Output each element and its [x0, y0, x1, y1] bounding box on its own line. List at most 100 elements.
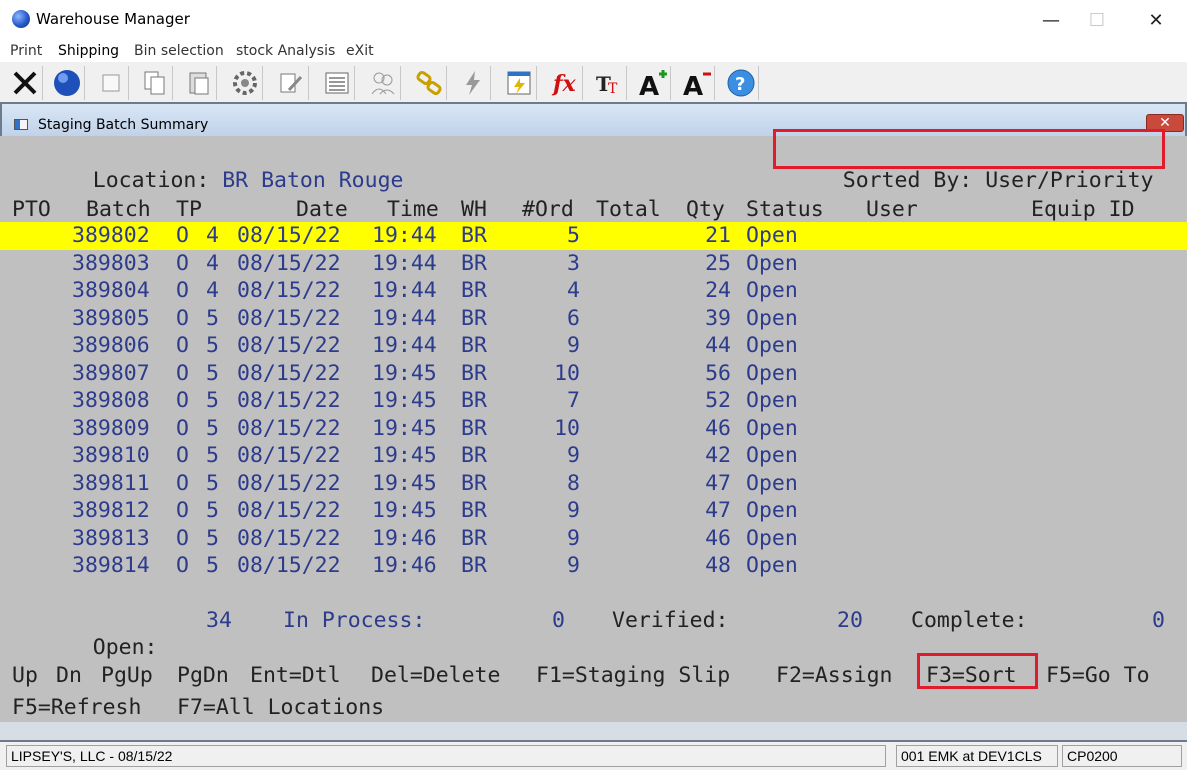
cell-date: 08/15/22	[237, 498, 341, 523]
cell-date: 08/15/22	[237, 278, 341, 303]
help-icon[interactable]: ?	[724, 66, 759, 100]
cmd-all-locations[interactable]: F7=All Locations	[177, 695, 384, 720]
cell-time: 19:45	[372, 443, 437, 468]
globe-icon[interactable]	[50, 66, 85, 100]
copy-icon[interactable]	[138, 66, 173, 100]
cell-t: O	[176, 360, 189, 386]
lightning-icon[interactable]	[456, 66, 491, 100]
header-status: Status	[746, 197, 824, 222]
table-row[interactable]: 389813 O 5 08/15/22 19:46 BR 9 46 Open	[0, 525, 1187, 553]
cmd-refresh[interactable]: F5=Refresh	[12, 695, 141, 720]
cmd-up[interactable]: Up	[12, 662, 38, 689]
table-row[interactable]: 389803 O 4 08/15/22 19:44 BR 3 25 Open	[0, 250, 1187, 278]
menu-bin-selection[interactable]: Bin selection	[134, 43, 224, 59]
complete-value: 0	[1152, 608, 1165, 633]
cell-p: 5	[206, 443, 219, 468]
cell-date: 08/15/22	[237, 388, 341, 413]
cell-status: Open	[746, 223, 798, 248]
people-icon[interactable]	[366, 66, 401, 100]
cell-status: Open	[746, 278, 798, 303]
cell-t: O	[176, 305, 189, 331]
settings-icon[interactable]	[228, 66, 263, 100]
cmd-assign[interactable]: F2=Assign	[776, 662, 893, 689]
cmd-pgdn[interactable]: PgDn	[177, 662, 229, 689]
cmd-enter-detail[interactable]: Ent=Dtl	[250, 662, 341, 689]
cell-qty: 25	[705, 250, 731, 276]
blank-icon[interactable]	[94, 66, 129, 100]
cell-qty: 48	[705, 553, 731, 578]
header-ord: #Ord	[522, 197, 574, 222]
cell-wh: BR	[461, 498, 487, 523]
cell-batch: 389810	[72, 443, 150, 468]
table-row[interactable]: 389802 O 4 08/15/22 19:44 BR 5 21 Open	[0, 222, 1187, 250]
font-shrink-icon[interactable]: A	[680, 66, 715, 100]
header-date: Date	[296, 197, 348, 222]
menu-exit[interactable]: eXit	[346, 43, 374, 59]
cell-ord: 6	[567, 305, 580, 331]
status-company: LIPSEY'S, LLC - 08/15/22	[6, 745, 886, 767]
cell-date: 08/15/22	[237, 305, 341, 331]
table-row[interactable]: 389814 O 5 08/15/22 19:46 BR 9 48 Open	[0, 552, 1187, 580]
sort-label: Sorted By:	[842, 168, 973, 193]
table-row[interactable]: 389812 O 5 08/15/22 19:45 BR 9 47 Open	[0, 497, 1187, 525]
cmd-pgup[interactable]: PgUp	[101, 662, 153, 689]
cell-t: O	[176, 443, 189, 468]
font-grow-icon[interactable]: A	[636, 66, 671, 100]
cell-t: O	[176, 415, 189, 441]
cell-wh: BR	[461, 305, 487, 331]
table-row[interactable]: 389806 O 5 08/15/22 19:44 BR 9 44 Open	[0, 332, 1187, 360]
cell-status: Open	[746, 443, 798, 468]
cell-qty: 56	[705, 360, 731, 386]
sort-value: User/Priority	[985, 168, 1154, 193]
cell-time: 19:45	[372, 415, 437, 441]
cell-time: 19:45	[372, 388, 437, 413]
cell-t: O	[176, 388, 189, 413]
inprocess-label: In Process:	[283, 608, 426, 633]
table-row[interactable]: 389808 O 5 08/15/22 19:45 BR 7 52 Open	[0, 387, 1187, 415]
cmd-go-to[interactable]: F5=Go To	[1046, 662, 1150, 689]
menu-print[interactable]: Print	[10, 43, 42, 59]
table-row[interactable]: 389809 O 5 08/15/22 19:45 BR 10 46 Open	[0, 415, 1187, 443]
table-row[interactable]: 389811 O 5 08/15/22 19:45 BR 8 47 Open	[0, 470, 1187, 498]
cell-time: 19:46	[372, 525, 437, 551]
table-row[interactable]: 389807 O 5 08/15/22 19:45 BR 10 56 Open	[0, 360, 1187, 388]
cell-batch: 389805	[72, 305, 150, 331]
header-user: User	[866, 197, 918, 222]
cmd-dn[interactable]: Dn	[56, 662, 82, 689]
open-label: Open:	[92, 635, 158, 660]
cell-t: O	[176, 553, 189, 578]
minimize-button[interactable]: —	[1028, 0, 1074, 40]
table-row[interactable]: 389805 O 5 08/15/22 19:44 BR 6 39 Open	[0, 305, 1187, 333]
report-icon[interactable]	[502, 66, 537, 100]
menu-shipping[interactable]: Shipping	[58, 43, 119, 59]
cell-batch: 389808	[72, 388, 150, 413]
table-row[interactable]: 389804 O 4 08/15/22 19:44 BR 4 24 Open	[0, 277, 1187, 305]
verified-label: Verified:	[612, 608, 729, 633]
cell-ord: 9	[567, 498, 580, 523]
location-value: BR Baton Rouge	[222, 168, 404, 193]
function-icon[interactable]: fx	[548, 66, 583, 100]
font-size-icon[interactable]: TT	[592, 66, 627, 100]
cell-t: O	[176, 525, 189, 551]
cell-p: 5	[206, 470, 219, 496]
table-row[interactable]: 389810 O 5 08/15/22 19:45 BR 9 42 Open	[0, 442, 1187, 470]
link-icon[interactable]	[412, 66, 447, 100]
cell-status: Open	[746, 525, 798, 551]
cmd-delete[interactable]: Del=Delete	[371, 662, 500, 689]
edit-icon[interactable]	[274, 66, 309, 100]
cell-wh: BR	[461, 278, 487, 303]
cell-qty: 39	[705, 305, 731, 331]
maximize-button[interactable]: ☐	[1074, 0, 1120, 40]
svg-text:fx: fx	[551, 71, 576, 97]
close-window-button[interactable]: ✕	[1133, 0, 1179, 40]
cell-qty: 47	[705, 498, 731, 523]
cell-ord: 4	[567, 278, 580, 303]
list-icon[interactable]	[320, 66, 355, 100]
cell-ord: 10	[554, 415, 580, 441]
close-x-icon[interactable]	[8, 66, 43, 100]
cell-t: O	[176, 278, 189, 303]
menu-stock-analysis[interactable]: stock Analysis	[236, 43, 335, 59]
paste-icon[interactable]	[182, 66, 217, 100]
cmd-staging-slip[interactable]: F1=Staging Slip	[536, 662, 730, 689]
cell-date: 08/15/22	[237, 470, 341, 496]
